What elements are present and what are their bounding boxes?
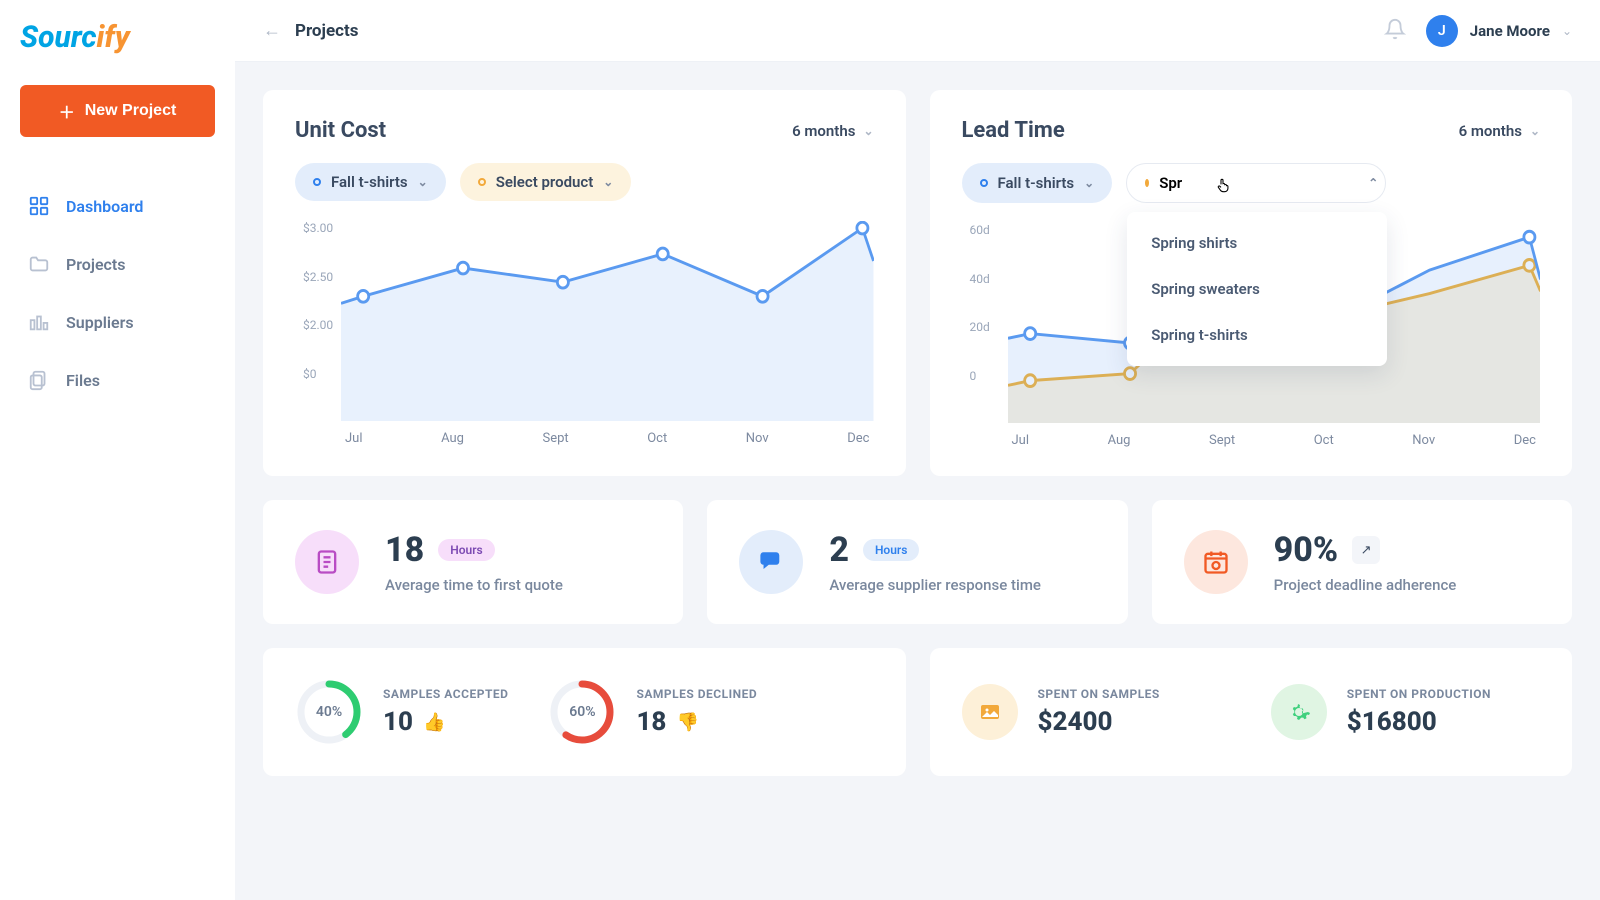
chevron-down-icon: ⌄	[1562, 24, 1572, 38]
thumb-down-icon: 👎	[676, 712, 698, 733]
product-search-chip[interactable]: ⌃ Spring shirts Spring sweaters Spring t…	[1126, 163, 1386, 203]
metric-label: Average supplier response time	[829, 576, 1041, 594]
metric-label: Project deadline adherence	[1274, 576, 1457, 594]
product-chip-fall-tshirts[interactable]: Fall t-shirts ⌄	[295, 163, 446, 201]
metric-supplier-response-time: 2 Hours Average supplier response time	[707, 500, 1127, 624]
metric-deadline-adherence: 90% ↗ Project deadline adherence	[1152, 500, 1572, 624]
dashboard-icon	[28, 195, 50, 217]
spent-value: $2400	[1038, 707, 1160, 737]
product-chip-fall-tshirts[interactable]: Fall t-shirts ⌄	[962, 163, 1113, 203]
x-axis: Jul Aug Sept Oct Nov Dec	[341, 431, 874, 446]
dropdown-item[interactable]: Spring t-shirts	[1127, 312, 1387, 358]
breadcrumb-title: Projects	[295, 21, 358, 41]
suppliers-icon	[28, 311, 50, 333]
calendar-icon	[1184, 530, 1248, 594]
sidebar-item-label: Dashboard	[66, 197, 143, 216]
metric-value: 2	[829, 530, 849, 570]
chevron-down-icon: ⌄	[1530, 124, 1540, 138]
card-title: Lead Time	[962, 118, 1065, 143]
topbar: ← Projects J Jane Moore ⌄	[235, 0, 1600, 62]
y-axis: 60d 40d 20d 0	[970, 223, 990, 383]
back-arrow-icon[interactable]: ←	[263, 20, 281, 41]
series-dot-icon	[980, 179, 988, 187]
sidebar-item-label: Files	[66, 371, 100, 390]
chevron-down-icon: ⌄	[418, 175, 428, 189]
dropdown-item[interactable]: Spring shirts	[1127, 220, 1387, 266]
chevron-up-icon: ⌃	[1368, 176, 1378, 190]
metric-time-to-first-quote: 18 Hours Average time to first quote	[263, 500, 683, 624]
sidebar: Sourcify ＋ New Project Dashboard Project…	[0, 0, 235, 900]
chat-icon	[739, 530, 803, 594]
plus-icon: ＋	[59, 99, 75, 123]
spent-title: SPENT ON PRODUCTION	[1347, 687, 1491, 701]
spent-samples-block: SPENT ON SAMPLES $2400	[962, 678, 1231, 746]
metric-value: 18	[385, 530, 424, 570]
new-project-button[interactable]: ＋ New Project	[20, 85, 215, 137]
sidebar-item-label: Projects	[66, 255, 126, 274]
sidebar-item-suppliers[interactable]: Suppliers	[0, 293, 235, 351]
chevron-down-icon: ⌄	[603, 175, 613, 189]
folder-icon	[28, 253, 50, 275]
spent-card: SPENT ON SAMPLES $2400 SPENT ON PRODUCTI…	[930, 648, 1573, 776]
bell-icon[interactable]	[1384, 18, 1406, 44]
breadcrumb: ← Projects	[263, 20, 358, 41]
metric-value: 90%	[1274, 530, 1338, 570]
arrow-up-right-icon[interactable]: ↗	[1352, 536, 1380, 564]
avatar: J	[1426, 15, 1458, 47]
dropdown-item[interactable]: Spring sweaters	[1127, 266, 1387, 312]
unit-cost-card: Unit Cost 6 months ⌄ Fall t-shirts ⌄ Sel…	[263, 90, 906, 476]
new-project-label: New Project	[85, 102, 177, 120]
spent-production-block: SPENT ON PRODUCTION $16800	[1271, 678, 1540, 746]
period-selector[interactable]: 6 months ⌄	[1459, 122, 1540, 140]
metric-pill: Hours	[438, 539, 494, 561]
series-dot-icon	[1145, 179, 1149, 187]
document-icon	[295, 530, 359, 594]
brand-logo: Sourcify	[0, 20, 235, 85]
thumb-up-icon: 👍	[423, 712, 445, 733]
metric-label: Average time to first quote	[385, 576, 563, 594]
donut-declined: 60%	[548, 678, 616, 746]
unit-cost-chart	[341, 221, 874, 421]
nav: Dashboard Projects Suppliers Files	[0, 177, 235, 409]
x-axis: Jul Aug Sept Oct Nov Dec	[1008, 433, 1541, 448]
card-title: Unit Cost	[295, 118, 386, 143]
donut-accepted: 40%	[295, 678, 363, 746]
samples-accepted-block: 40% SAMPLES ACCEPTED 10 👍	[295, 678, 508, 746]
spent-title: SPENT ON SAMPLES	[1038, 687, 1160, 701]
series-dot-icon	[478, 178, 486, 186]
sidebar-item-label: Suppliers	[66, 313, 134, 332]
username: Jane Moore	[1470, 22, 1550, 40]
user-menu[interactable]: J Jane Moore ⌄	[1426, 15, 1572, 47]
sidebar-item-projects[interactable]: Projects	[0, 235, 235, 293]
product-chip-select[interactable]: Select product ⌄	[460, 163, 632, 201]
sample-value: 10	[383, 707, 413, 737]
sample-title: SAMPLES ACCEPTED	[383, 687, 508, 701]
image-icon	[962, 684, 1018, 740]
spent-value: $16800	[1347, 707, 1491, 737]
y-axis: $3.00 $2.50 $2.00 $0	[303, 221, 333, 381]
samples-declined-block: 60% SAMPLES DECLINED 18 👎	[548, 678, 757, 746]
period-selector[interactable]: 6 months ⌄	[792, 122, 873, 140]
series-dot-icon	[313, 178, 321, 186]
product-search-input[interactable]	[1159, 174, 1358, 192]
sidebar-item-files[interactable]: Files	[0, 351, 235, 409]
sample-value: 18	[636, 707, 666, 737]
sidebar-item-dashboard[interactable]: Dashboard	[0, 177, 235, 235]
files-icon	[28, 369, 50, 391]
metric-pill: Hours	[863, 539, 919, 561]
chevron-down-icon: ⌄	[863, 124, 873, 138]
sample-title: SAMPLES DECLINED	[636, 687, 757, 701]
samples-card: 40% SAMPLES ACCEPTED 10 👍	[263, 648, 906, 776]
gear-icon	[1271, 684, 1327, 740]
lead-time-card: Lead Time 6 months ⌄ Fall t-shirts ⌄	[930, 90, 1573, 476]
product-dropdown: Spring shirts Spring sweaters Spring t-s…	[1127, 212, 1387, 366]
chevron-down-icon: ⌄	[1084, 176, 1094, 190]
